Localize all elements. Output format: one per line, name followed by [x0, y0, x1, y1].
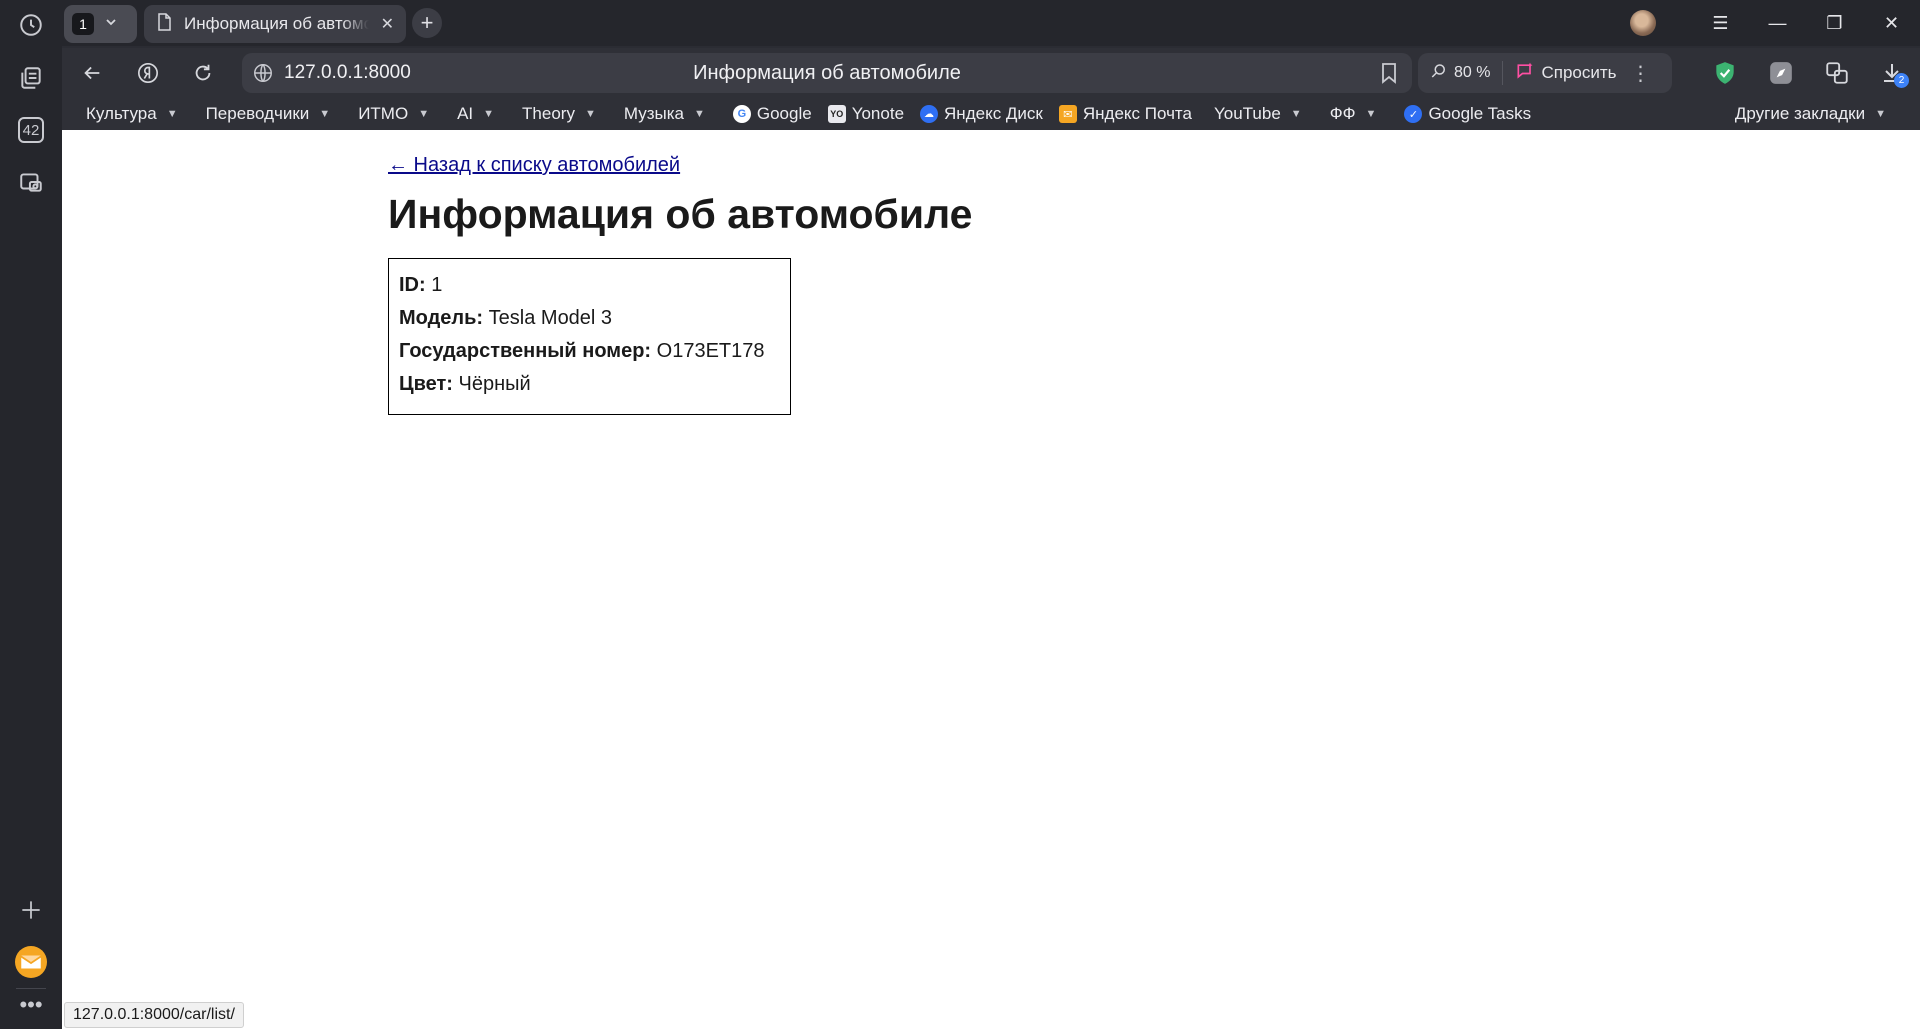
zoom-ask-group: 80 % Спросить ⋮: [1418, 53, 1672, 93]
detail-row-model: Модель: Tesla Model 3: [399, 302, 780, 335]
bookmark-folder-music[interactable]: Музыка ▼: [624, 104, 705, 124]
yandex-mail-icon: ✉: [1058, 105, 1077, 123]
back-arrow-icon[interactable]: [75, 56, 109, 90]
magnifier-icon: [1430, 62, 1448, 85]
tab-title: Информация об автомобиле: [184, 14, 369, 33]
minimize-icon[interactable]: —: [1749, 0, 1806, 46]
globe-icon[interactable]: [252, 62, 274, 89]
toolbar: 127.0.0.1:8000 Информация об автомобиле …: [62, 48, 1920, 98]
add-panel-icon[interactable]: [11, 890, 51, 930]
page-icon: [156, 12, 172, 36]
detail-label: Модель:: [399, 307, 484, 329]
detail-value: Чёрный: [458, 373, 531, 395]
shield-icon[interactable]: [1708, 56, 1742, 90]
browser-sidebar: 42 •••: [0, 0, 62, 1029]
link-status-bar: 127.0.0.1:8000/car/list/: [64, 1002, 244, 1028]
detail-label: Цвет:: [399, 373, 453, 395]
chevron-down-icon: ▼: [584, 108, 596, 120]
bookmark-folder-theory[interactable]: Theory ▼: [522, 104, 596, 124]
page-title: Информация об автомобиле: [388, 191, 973, 237]
address-bar[interactable]: 127.0.0.1:8000 Информация об автомобиле: [242, 53, 1412, 93]
compass-icon[interactable]: [1764, 56, 1798, 90]
bookmark-google[interactable]: G Google: [732, 104, 812, 124]
chevron-down-icon: ▼: [166, 108, 178, 120]
new-tab-button[interactable]: +: [412, 8, 442, 38]
chevron-down-icon: ▼: [319, 108, 331, 120]
detail-row-color: Цвет: Чёрный: [399, 368, 780, 401]
counter-widget[interactable]: 42: [11, 110, 51, 150]
google-tasks-icon: ✓: [1404, 105, 1423, 123]
menu-icon[interactable]: ☰: [1692, 0, 1749, 46]
screenshot-icon[interactable]: [11, 162, 51, 202]
google-icon: G: [732, 105, 751, 123]
active-tab[interactable]: Информация об автомобиле ✕: [144, 5, 406, 43]
yandex-disk-icon: ☁: [920, 105, 939, 123]
detail-label: ID:: [399, 274, 426, 296]
ai-chat-icon: [1515, 61, 1535, 86]
detail-row-plate: Государственный номер: O173ET178: [399, 335, 780, 368]
page-content: ← Назад к списку автомобилей Информация …: [388, 154, 972, 415]
chevron-down-icon: ▼: [693, 108, 705, 120]
collections-icon[interactable]: [11, 58, 51, 98]
chevron-down-icon: ▼: [418, 108, 430, 120]
bookmark-folder-youtube[interactable]: YouTube ▼: [1214, 104, 1302, 124]
history-icon[interactable]: [11, 5, 51, 45]
tab-group-button[interactable]: 1: [64, 5, 137, 43]
yandex-logo-icon[interactable]: [131, 56, 165, 90]
chevron-down-icon: ▼: [1290, 108, 1302, 120]
tab-strip: 1 Информация об автомобиле ✕ + ☰ — ❐ ✕: [62, 0, 1920, 46]
other-bookmarks[interactable]: Другие закладки ▼: [1735, 104, 1886, 124]
detail-value: O173ET178: [656, 340, 765, 362]
omnibox-page-title: Информация об автомобиле: [693, 61, 961, 84]
back-to-list-link[interactable]: ← Назад к списку автомобилей: [388, 154, 680, 176]
reload-icon[interactable]: [186, 56, 220, 90]
counter-value: 42: [18, 117, 44, 143]
more-icon[interactable]: •••: [11, 985, 51, 1025]
ask-label: Спросить: [1541, 63, 1617, 82]
chevron-down-icon: [104, 15, 118, 34]
close-icon[interactable]: ✕: [381, 14, 394, 34]
bookmark-google-tasks[interactable]: ✓ Google Tasks: [1404, 104, 1531, 124]
bookmark-yandex-disk[interactable]: ☁ Яндекс Диск: [920, 104, 1043, 124]
window-controls: ☰ — ❐ ✕: [1630, 0, 1920, 46]
bookmark-yonote[interactable]: YO Yonote: [827, 104, 904, 124]
detail-label: Государственный номер:: [399, 340, 652, 362]
bookmark-yandex-mail[interactable]: ✉ Яндекс Почта: [1058, 104, 1192, 124]
avatar[interactable]: [1630, 10, 1656, 36]
bookmark-folder-ai[interactable]: AI ▼: [457, 104, 494, 124]
downloads-icon[interactable]: 2: [1875, 56, 1909, 90]
zoom-value: 80 %: [1454, 64, 1491, 81]
translate-icon[interactable]: [1820, 56, 1854, 90]
bookmark-folder-itmo[interactable]: ИТМО ▼: [358, 104, 429, 124]
yonote-icon: YO: [827, 105, 846, 123]
url-text[interactable]: 127.0.0.1:8000: [284, 62, 411, 84]
zoom-indicator[interactable]: 80 %: [1418, 61, 1504, 85]
bookmark-icon[interactable]: [1378, 61, 1400, 90]
page-viewport: ← Назад к списку автомобилей Информация …: [62, 130, 1920, 1029]
chevron-down-icon: ▼: [1365, 108, 1377, 120]
detail-row-id: ID: 1: [399, 269, 780, 302]
bookmark-folder-translators[interactable]: Переводчики ▼: [206, 104, 331, 124]
chevron-down-icon: ▼: [1875, 108, 1886, 120]
tab-count: 1: [72, 13, 94, 35]
chevron-down-icon: ▼: [483, 108, 495, 120]
more-vert-icon[interactable]: ⋮: [1631, 61, 1651, 86]
mail-app-icon[interactable]: [11, 942, 51, 982]
ask-button[interactable]: Спросить: [1503, 61, 1628, 86]
download-badge: 2: [1894, 73, 1909, 88]
restore-icon[interactable]: ❐: [1806, 0, 1863, 46]
close-window-icon[interactable]: ✕: [1863, 0, 1920, 46]
detail-value: 1: [431, 274, 443, 296]
bookmark-folder-culture[interactable]: Культура ▼: [86, 104, 178, 124]
bookmarks-bar: Культура ▼ Переводчики ▼ ИТМО ▼ AI ▼ Theory ▼…: [62, 98, 1920, 130]
bookmark-folder-ff[interactable]: ФФ ▼: [1330, 104, 1377, 124]
car-details-card: ID: 1 Модель: Tesla Model 3 Государствен…: [388, 258, 791, 415]
detail-value: Tesla Model 3: [488, 307, 613, 329]
